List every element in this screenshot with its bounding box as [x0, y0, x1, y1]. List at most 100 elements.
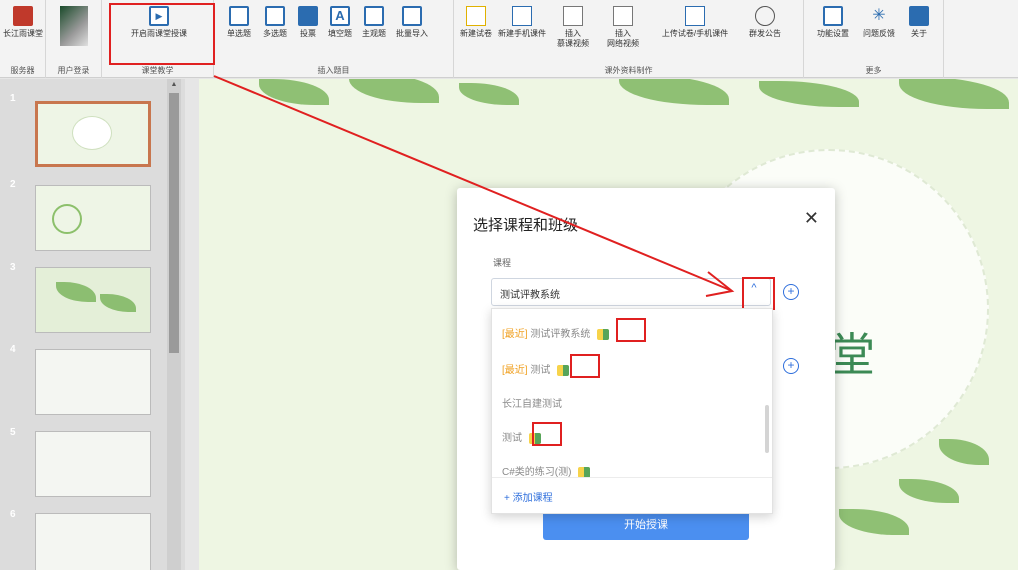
icon-highlight	[616, 318, 646, 342]
slide-panel-scrollbar[interactable]: ▲	[167, 79, 181, 570]
about-icon	[909, 6, 929, 26]
course-field-label: 课程	[493, 258, 512, 268]
slide-number: 4	[10, 344, 16, 355]
group-label-user-login: 用户登录	[57, 66, 90, 75]
group-label-extracurricular: 课外资料制作	[604, 66, 653, 75]
slide-number: 3	[10, 262, 16, 273]
batch-import-label: 批量导入	[396, 29, 428, 38]
fill-blank-button[interactable]: A 填空题	[324, 6, 356, 39]
dropdown-item-text: 测试	[502, 433, 522, 444]
slide-thumb-3[interactable]	[35, 267, 151, 333]
start-class-submit-button[interactable]: 开始授课	[543, 510, 749, 540]
decorative-leaf	[619, 79, 729, 105]
course-type-icon	[597, 328, 610, 340]
dropdown-item-text: 测试	[530, 365, 551, 376]
close-icon[interactable]: ✕	[804, 208, 819, 229]
scroll-thumb[interactable]	[169, 93, 179, 353]
dropdown-item[interactable]: [最近] 测试	[502, 361, 570, 376]
single-choice-button[interactable]: 单选题	[222, 6, 256, 39]
upload-icon	[685, 6, 705, 26]
bar-chart-icon	[298, 6, 318, 26]
scroll-up-icon[interactable]: ▲	[169, 81, 179, 91]
fill-blank-label: 填空题	[328, 29, 352, 38]
start-class-highlight	[109, 3, 215, 65]
multi-choice-button[interactable]: 多选题	[258, 6, 292, 39]
gear-icon	[823, 6, 843, 26]
add-class-icon[interactable]: +	[783, 358, 799, 374]
new-paper-button[interactable]: 新建试卷	[458, 6, 494, 39]
vote-button[interactable]: 投票	[294, 6, 322, 39]
add-course-icon[interactable]: +	[783, 284, 799, 300]
decorative-leaf	[899, 79, 1009, 109]
group-more: 功能设置 ✳ 问题反馈 关于 更多	[804, 0, 944, 78]
insert-web-label-1: 插入	[615, 29, 631, 38]
user-avatar-button[interactable]	[58, 6, 90, 49]
add-course-link[interactable]: + 添加课程	[504, 489, 553, 504]
feedback-button[interactable]: ✳ 问题反馈	[858, 6, 900, 39]
new-paper-icon	[466, 6, 486, 26]
slide-number: 2	[10, 179, 16, 190]
new-mobile-icon	[512, 6, 532, 26]
changjiang-logo-icon	[13, 6, 33, 26]
decorative-leaf	[759, 81, 859, 107]
decorative-leaf	[899, 479, 959, 503]
feedback-icon: ✳	[872, 7, 886, 24]
announce-button[interactable]: 群发公告	[742, 6, 788, 39]
batch-import-button[interactable]: 批量导入	[392, 6, 432, 39]
course-select[interactable]: 测试评教系统 ^	[491, 278, 771, 306]
slide-number: 6	[10, 509, 16, 520]
decorative-leaf	[939, 439, 989, 465]
video-icon	[563, 6, 583, 26]
decorative-leaf	[349, 79, 439, 103]
group-label-class-teaching: 课堂教学	[141, 66, 174, 75]
subjective-button[interactable]: 主观题	[358, 6, 390, 39]
dropdown-scrollbar[interactable]	[765, 405, 769, 453]
thumb-circle	[52, 204, 82, 234]
announce-label: 群发公告	[749, 29, 781, 38]
upload-label: 上传试卷/手机课件	[661, 29, 729, 38]
single-choice-label: 单选题	[227, 29, 251, 38]
slide-thumb-5[interactable]	[35, 431, 151, 497]
recent-tag: [最近]	[502, 329, 528, 340]
subjective-icon	[364, 6, 384, 26]
decorative-leaf	[259, 79, 329, 105]
group-extracurricular: 新建试卷 新建手机课件 插入 慕课视频 插入 网络视频 上传试卷/手机课件 群发…	[454, 0, 804, 78]
upload-button[interactable]: 上传试卷/手机课件	[652, 6, 738, 39]
changjiang-button[interactable]: 长江雨课堂	[2, 6, 44, 39]
dropdown-item[interactable]: 长江自建测试	[502, 395, 562, 410]
insert-mooc-button[interactable]: 插入 慕课视频	[550, 6, 596, 49]
slide-thumb-6[interactable]	[35, 513, 151, 570]
new-mobile-button[interactable]: 新建手机课件	[498, 6, 546, 39]
course-select-value: 测试评教系统	[500, 290, 560, 301]
group-server: 长江雨课堂 服务器	[0, 0, 46, 78]
slide-number: 5	[10, 427, 16, 438]
dropdown-item[interactable]: [最近] 测试评教系统	[502, 325, 610, 340]
slide-panel: 1 2 3 4 5 6 ▲	[0, 79, 185, 570]
insert-web-label-2: 网络视频	[607, 39, 639, 48]
globe-icon	[755, 6, 775, 26]
dropdown-item[interactable]: C#类的练习(测)	[502, 463, 591, 478]
dropdown-item-text: 测试评教系统	[530, 329, 591, 340]
group-label-insert-question: 插入题目	[317, 66, 350, 75]
dialog-title: 选择课程和班级	[473, 217, 579, 234]
settings-label: 功能设置	[817, 29, 849, 38]
new-paper-label: 新建试卷	[460, 29, 492, 38]
course-type-icon	[557, 364, 570, 376]
slide-thumb-1[interactable]	[35, 101, 151, 167]
text-a-icon: A	[330, 6, 350, 26]
group-label-more: 更多	[865, 66, 882, 75]
about-button[interactable]: 关于	[904, 6, 934, 39]
changjiang-label: 长江雨课堂	[3, 29, 43, 38]
slide-thumb-2[interactable]	[35, 185, 151, 251]
feedback-label: 问题反馈	[863, 29, 895, 38]
select-arrow-highlight	[742, 277, 775, 310]
dropdown-footer: + 添加课程	[492, 477, 772, 513]
thumb-leaf	[56, 282, 96, 302]
settings-button[interactable]: 功能设置	[812, 6, 854, 39]
thumb-leaf	[100, 294, 136, 312]
subjective-label: 主观题	[362, 29, 386, 38]
about-label: 关于	[911, 29, 927, 38]
insert-web-video-button[interactable]: 插入 网络视频	[600, 6, 646, 49]
single-choice-icon	[229, 6, 249, 26]
slide-thumb-4[interactable]	[35, 349, 151, 415]
